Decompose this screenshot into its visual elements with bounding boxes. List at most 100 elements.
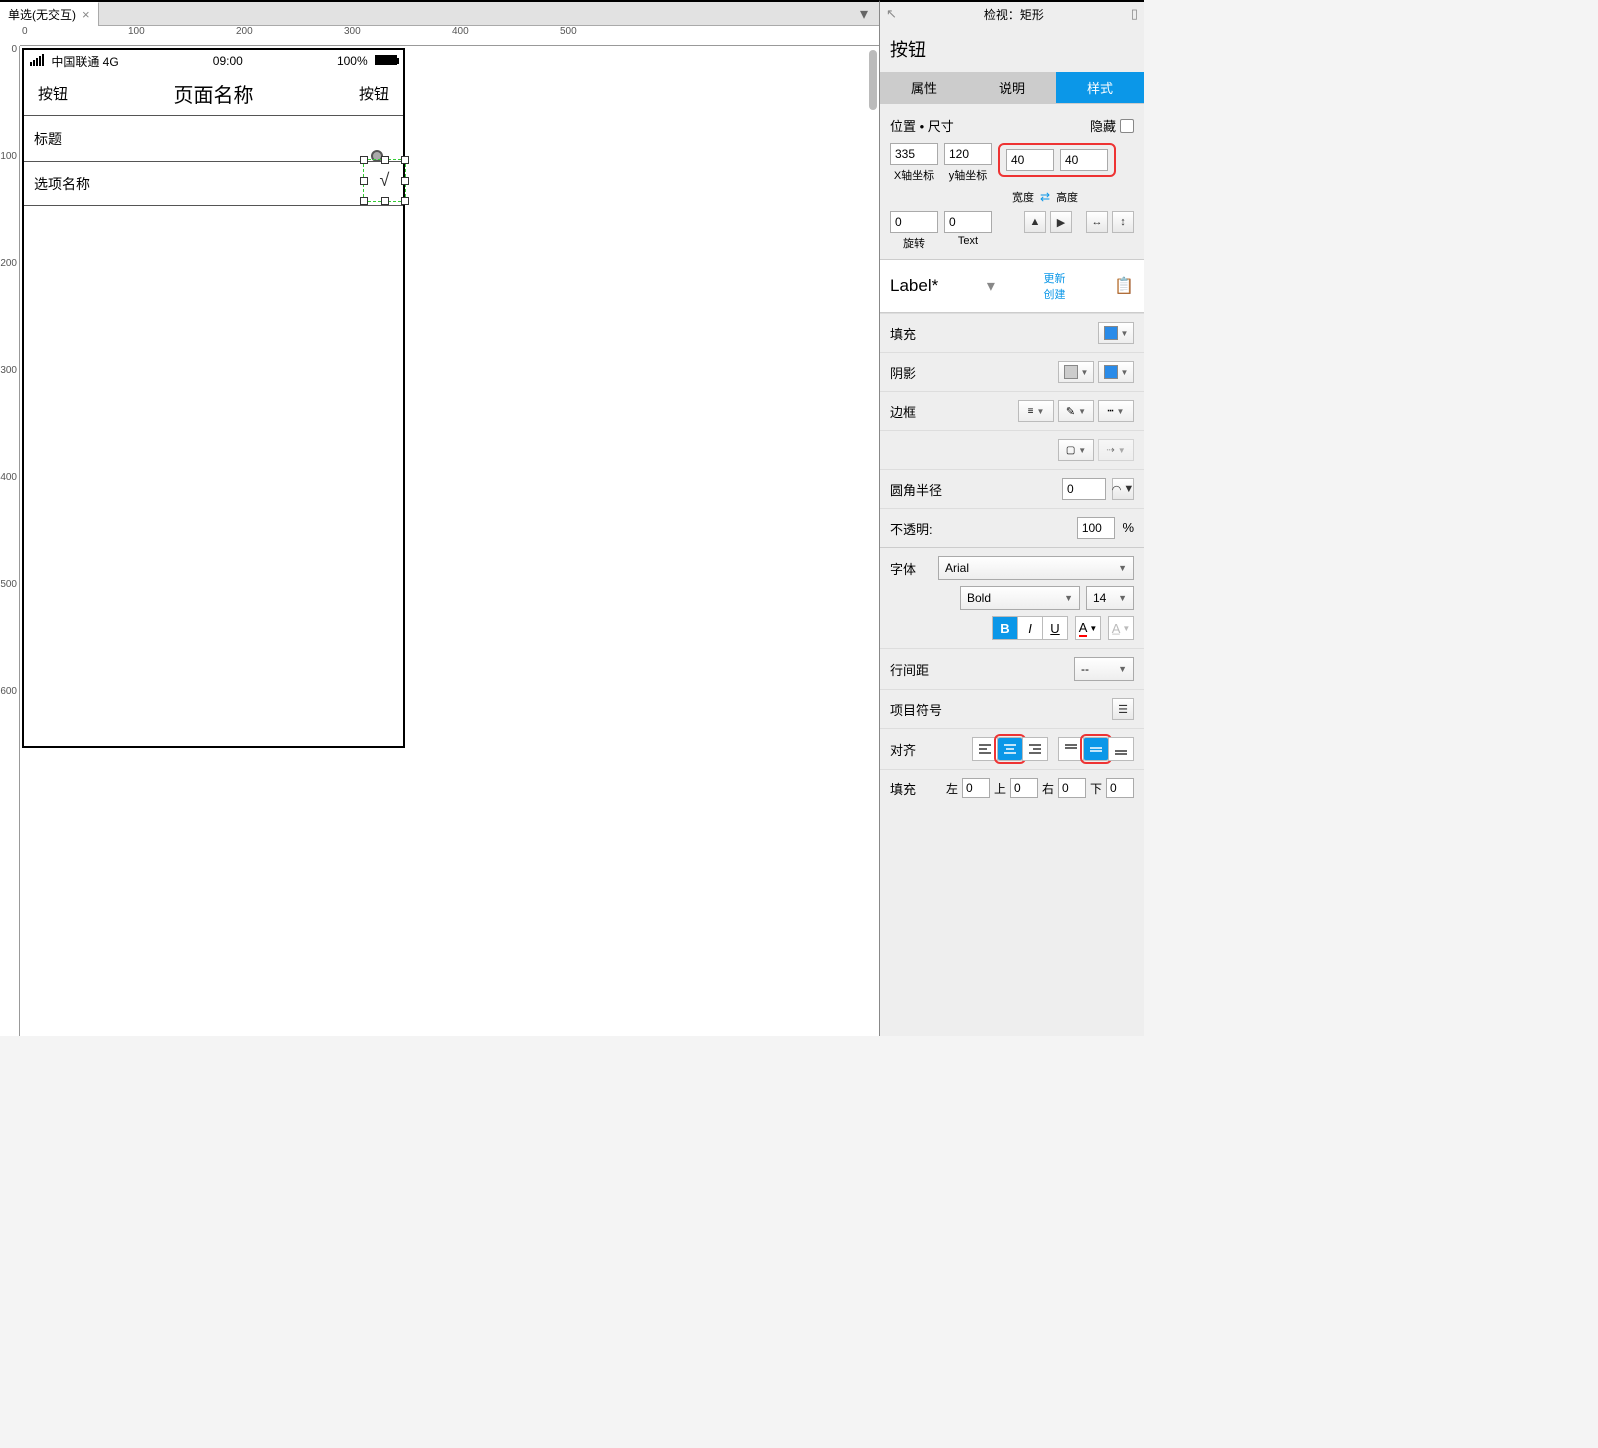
- border-color-picker[interactable]: ✎▼: [1058, 400, 1094, 422]
- border-row-2: ▢▼ ⇢▼: [880, 430, 1144, 469]
- nav-left-button[interactable]: 按钮: [38, 83, 68, 104]
- border-style-picker[interactable]: ┅▼: [1098, 400, 1134, 422]
- font-color-button[interactable]: A▼: [1075, 616, 1101, 640]
- valign-top-button[interactable]: [1058, 737, 1084, 761]
- selection-box[interactable]: √: [363, 159, 406, 202]
- vertical-ruler: 0 100 200 300 400 500 600: [0, 46, 20, 1036]
- underline-button[interactable]: U: [1042, 616, 1068, 640]
- create-style-link[interactable]: 创建: [1043, 286, 1065, 302]
- y-input[interactable]: [944, 143, 992, 165]
- resize-handle[interactable]: [360, 156, 368, 164]
- tab-properties[interactable]: 属性: [880, 72, 968, 103]
- resize-handle[interactable]: [360, 197, 368, 205]
- fit-height-button[interactable]: ↕: [1112, 211, 1134, 233]
- size-cluster: [998, 143, 1116, 177]
- link-dimensions-icon[interactable]: ⇄: [1040, 190, 1050, 204]
- tab-notes[interactable]: 说明: [968, 72, 1056, 103]
- align-left-button[interactable]: [972, 737, 998, 761]
- status-bar: 中国联通 4G 09:00 100%: [24, 50, 403, 72]
- resize-handle[interactable]: [360, 177, 368, 185]
- clock-label: 09:00: [213, 54, 243, 68]
- font-weight-select[interactable]: Bold▼: [960, 586, 1080, 610]
- font-label: 字体: [890, 559, 930, 578]
- resize-handle[interactable]: [381, 156, 389, 164]
- section-title: 标题: [24, 116, 403, 162]
- fill-row: 填充 ▼: [880, 313, 1144, 352]
- outer-shadow-picker[interactable]: ▼: [1058, 361, 1094, 383]
- close-icon[interactable]: ×: [82, 7, 90, 22]
- hide-checkbox[interactable]: 隐藏: [1090, 116, 1134, 135]
- resize-handle[interactable]: [381, 197, 389, 205]
- design-canvas[interactable]: 中国联通 4G 09:00 100% 按钮 页面名称 按钮 标题: [20, 46, 879, 1036]
- x-input[interactable]: [890, 143, 938, 165]
- resize-handle[interactable]: [401, 177, 409, 185]
- pad-left-input[interactable]: [962, 778, 990, 798]
- border-width-picker[interactable]: ≡▼: [1018, 400, 1054, 422]
- padding-row: 填充 左 上 右 下: [880, 769, 1144, 806]
- inspector-panel: ↖ 检视：矩形 ▯ 按钮 属性 说明 样式 位置 • 尺寸 隐藏 X轴坐标 y轴…: [879, 0, 1144, 1036]
- padding-label: 填充: [890, 779, 916, 798]
- fit-width-button[interactable]: ↔: [1086, 211, 1108, 233]
- battery-icon: [375, 55, 397, 65]
- page-icon[interactable]: ▯: [1131, 6, 1138, 22]
- pad-bottom-input[interactable]: [1106, 778, 1134, 798]
- more-typography-button[interactable]: A̲▼: [1108, 616, 1134, 640]
- page-tab[interactable]: 单选(无交互) ×: [0, 2, 99, 26]
- pad-top-input[interactable]: [1010, 778, 1038, 798]
- font-size-select[interactable]: 14▼: [1086, 586, 1134, 610]
- border-visibility-picker[interactable]: ▢▼: [1058, 439, 1094, 461]
- option-row: 选项名称: [24, 162, 403, 206]
- inner-shadow-picker[interactable]: ▼: [1098, 361, 1134, 383]
- width-input[interactable]: [1006, 149, 1054, 171]
- resize-handle[interactable]: [401, 156, 409, 164]
- bold-button[interactable]: B: [992, 616, 1018, 640]
- flip-vertical-button[interactable]: ▶: [1050, 211, 1072, 233]
- align-label: 对齐: [890, 740, 916, 759]
- phone-mockup: 中国联通 4G 09:00 100% 按钮 页面名称 按钮 标题: [22, 48, 405, 748]
- rotation-input[interactable]: [890, 211, 938, 233]
- border-label: 边框: [890, 402, 916, 421]
- bullet-toggle-button[interactable]: ☰: [1112, 698, 1134, 720]
- position-section: 位置 • 尺寸 隐藏 X轴坐标 y轴坐标: [880, 103, 1144, 259]
- line-height-select[interactable]: --▼: [1074, 657, 1134, 681]
- position-section-label: 位置 • 尺寸: [890, 116, 954, 135]
- opacity-label: 不透明:: [890, 519, 933, 538]
- italic-button[interactable]: I: [1017, 616, 1043, 640]
- inspector-title: 检视：矩形: [984, 6, 1044, 23]
- valign-middle-button[interactable]: [1083, 737, 1109, 761]
- inspector-tabs: 属性 说明 样式: [880, 72, 1144, 103]
- flip-horizontal-button[interactable]: ▲: [1024, 211, 1046, 233]
- font-section: 字体 Arial▼ Bold▼ 14▼ B I U A▼ A̲▼: [880, 547, 1144, 648]
- align-center-button[interactable]: [997, 737, 1023, 761]
- border-arrow-picker: ⇢▼: [1098, 439, 1134, 461]
- nav-right-button[interactable]: 按钮: [359, 83, 389, 104]
- valign-bottom-button[interactable]: [1108, 737, 1134, 761]
- corner-label: 圆角半径: [890, 480, 942, 499]
- scrollbar-vertical[interactable]: [869, 50, 877, 110]
- dropdown-icon[interactable]: ▾: [987, 276, 995, 296]
- page-tab-bar: 单选(无交互) × ▾: [0, 2, 879, 26]
- carrier-label: 中国联通 4G: [30, 53, 119, 70]
- corner-radius-picker[interactable]: ◠▼: [1112, 478, 1134, 500]
- text-rotation-input[interactable]: [944, 211, 992, 233]
- tab-style[interactable]: 样式: [1056, 72, 1144, 103]
- font-family-select[interactable]: Arial▼: [938, 556, 1134, 580]
- copy-style-icon[interactable]: 📋: [1114, 276, 1134, 296]
- nav-bar: 按钮 页面名称 按钮: [24, 72, 403, 116]
- tab-dropdown-icon[interactable]: ▾: [855, 5, 873, 23]
- update-style-link[interactable]: 更新: [1043, 270, 1065, 286]
- widget-name: 按钮: [880, 26, 1144, 72]
- height-input[interactable]: [1060, 149, 1108, 171]
- canvas-pane: 单选(无交互) × ▾ 0 100 200 300 400 500 0 100 …: [0, 0, 879, 1036]
- pad-right-input[interactable]: [1058, 778, 1086, 798]
- line-height-row: 行间距 --▼: [880, 648, 1144, 689]
- resize-handle[interactable]: [401, 197, 409, 205]
- line-height-label: 行间距: [890, 660, 929, 679]
- collapse-icon[interactable]: ↖: [886, 6, 897, 22]
- corner-radius-input[interactable]: [1062, 478, 1106, 500]
- opacity-input[interactable]: [1077, 517, 1115, 539]
- fill-color-picker[interactable]: ▼: [1098, 322, 1134, 344]
- corner-row: 圆角半径 ◠▼: [880, 469, 1144, 508]
- bullet-row: 项目符号 ☰: [880, 689, 1144, 728]
- align-right-button[interactable]: [1022, 737, 1048, 761]
